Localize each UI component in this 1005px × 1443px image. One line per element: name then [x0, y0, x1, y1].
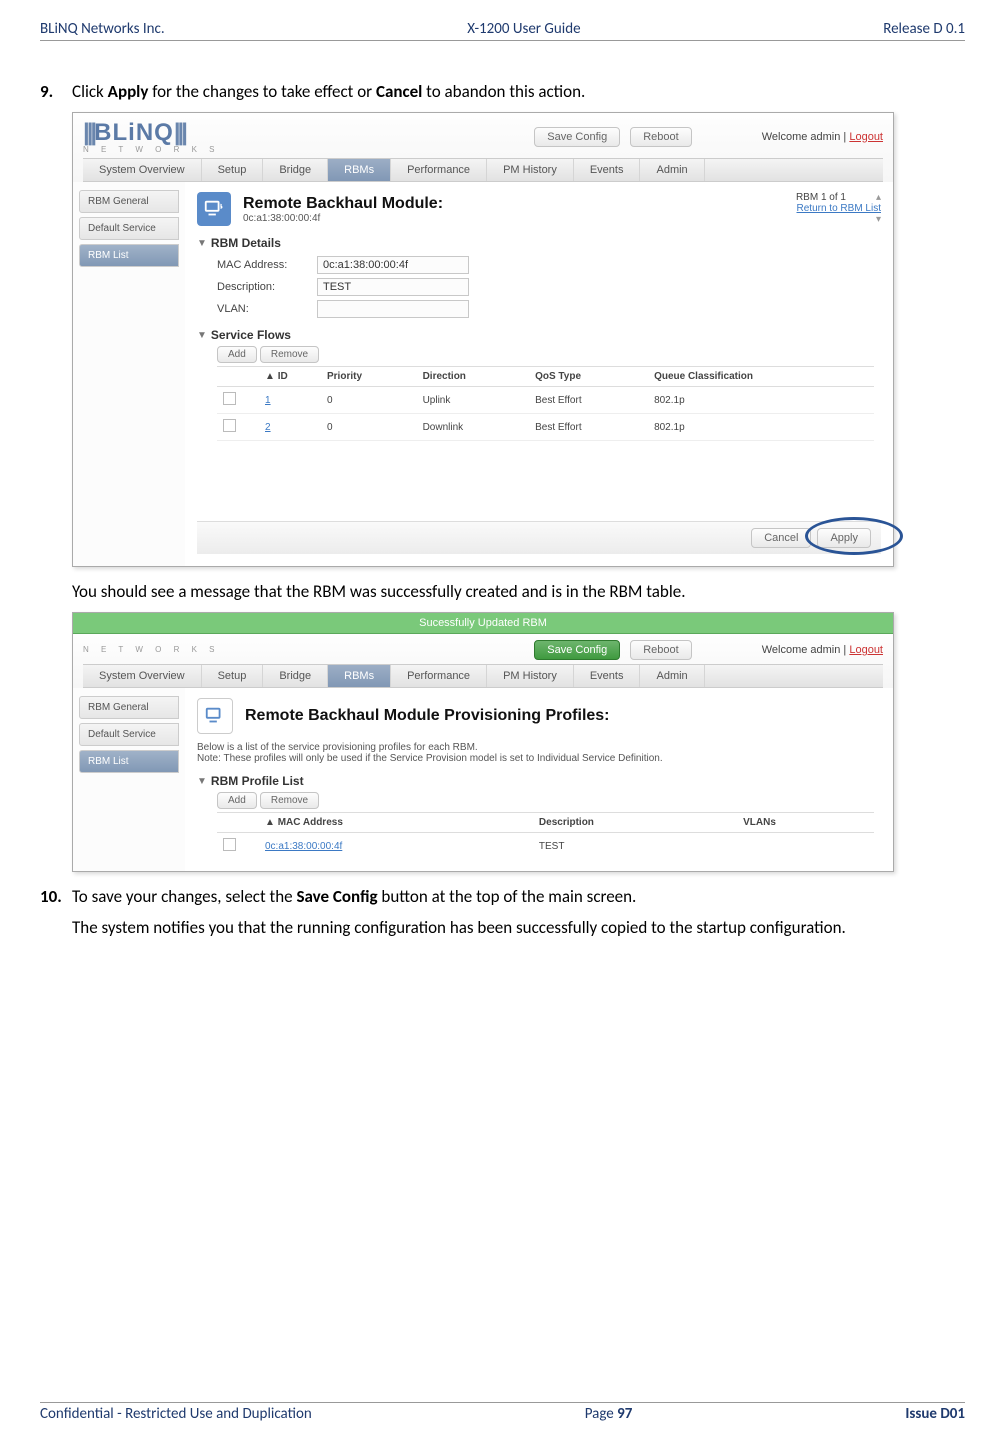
tab-system-overview[interactable]: System Overview	[83, 665, 202, 687]
monitor-icon	[197, 192, 231, 226]
chevron-down-icon[interactable]: ▾	[876, 214, 881, 225]
tab-bridge[interactable]: Bridge	[263, 159, 328, 181]
welcome-text: Welcome admin | Logout	[762, 131, 883, 143]
text-after-step-9: You should see a message that the RBM wa…	[72, 581, 965, 602]
sidebar-rbm-list[interactable]: RBM List	[79, 750, 179, 773]
reboot-button[interactable]: Reboot	[630, 127, 691, 147]
tab-rbms[interactable]: RBMs	[328, 665, 391, 687]
tab-pm-history[interactable]: PM History	[487, 665, 574, 687]
content-title: Remote Backhaul Module Provisioning Prof…	[245, 707, 610, 725]
tab-performance[interactable]: Performance	[391, 665, 487, 687]
doc-footer-center: Page 97	[585, 1405, 633, 1423]
collapse-icon[interactable]: ▼	[197, 330, 207, 341]
doc-header-right: Release D 0.1	[883, 20, 965, 38]
profile-desc-line1: Below is a list of the service provision…	[197, 742, 881, 753]
collapse-icon[interactable]: ▼	[197, 776, 207, 787]
apply-button[interactable]: Apply	[817, 528, 871, 548]
rbm-counter: RBM 1 of 1	[796, 192, 846, 203]
logout-link[interactable]: Logout	[849, 644, 883, 656]
tab-rbms[interactable]: RBMs	[328, 159, 391, 181]
logout-link[interactable]: Logout	[849, 131, 883, 143]
tab-setup[interactable]: Setup	[202, 159, 264, 181]
reboot-button[interactable]: Reboot	[630, 640, 691, 660]
sort-icon[interactable]: ▲	[265, 371, 275, 382]
cancel-button[interactable]: Cancel	[751, 528, 811, 548]
tab-admin[interactable]: Admin	[640, 159, 704, 181]
content-title: Remote Backhaul Module:	[243, 195, 443, 213]
screenshot-rbm-details: |||BLiNQ||| N E T W O R K S Save Config …	[72, 112, 894, 567]
save-config-button[interactable]: Save Config	[534, 640, 620, 660]
content-subtitle-mac: 0c:a1:38:00:00:4f	[243, 213, 443, 224]
step-10-text: To save your changes, select the Save Co…	[72, 886, 965, 907]
sidebar-default-service[interactable]: Default Service	[79, 217, 179, 240]
brand-logo: |||BLiNQ||| N E T W O R K S	[83, 119, 220, 154]
tab-setup[interactable]: Setup	[202, 665, 264, 687]
table-row[interactable]: 0c:a1:38:00:00:4f TEST	[217, 833, 874, 860]
return-to-list-link[interactable]: Return to RBM List	[796, 203, 881, 214]
remove-button[interactable]: Remove	[260, 346, 319, 363]
sidebar-rbm-general[interactable]: RBM General	[79, 190, 179, 213]
doc-footer: Confidential - Restricted Use and Duplic…	[40, 1402, 965, 1423]
input-mac[interactable]	[317, 256, 469, 274]
chevron-up-icon[interactable]: ▴	[876, 192, 881, 203]
screenshot-rbm-profiles: Sucessfully Updated RBM N E T W O R K S …	[72, 612, 894, 872]
doc-footer-right: Issue D01	[905, 1405, 965, 1423]
doc-header: BLiNQ Networks Inc. X-1200 User Guide Re…	[40, 20, 965, 41]
brand-logo: N E T W O R K S	[83, 647, 220, 654]
tab-bridge[interactable]: Bridge	[263, 665, 328, 687]
row-checkbox[interactable]	[223, 838, 236, 851]
doc-header-center: X-1200 User Guide	[467, 20, 580, 38]
step-9-number: 9.	[40, 81, 72, 102]
sort-icon[interactable]: ▲	[265, 817, 275, 828]
tab-system-overview[interactable]: System Overview	[83, 159, 202, 181]
profile-list-table: ▲ MAC Address Description VLANs 0c:a1:38…	[217, 812, 874, 859]
section-profile-list: ▼RBM Profile List	[197, 774, 881, 788]
row-checkbox[interactable]	[223, 392, 236, 405]
doc-footer-left: Confidential - Restricted Use and Duplic…	[40, 1405, 312, 1423]
save-config-button[interactable]: Save Config	[534, 127, 620, 147]
remove-button[interactable]: Remove	[260, 792, 319, 809]
tab-events[interactable]: Events	[574, 665, 641, 687]
tab-admin[interactable]: Admin	[640, 665, 704, 687]
text-after-step-10: The system notifies you that the running…	[72, 917, 965, 938]
row-checkbox[interactable]	[223, 419, 236, 432]
tab-events[interactable]: Events	[574, 159, 641, 181]
main-nav: System Overview Setup Bridge RBMs Perfor…	[83, 664, 883, 688]
main-nav: System Overview Setup Bridge RBMs Perfor…	[83, 158, 883, 182]
step-10: 10. To save your changes, select the Sav…	[40, 886, 965, 907]
mac-link[interactable]: 0c:a1:38:00:00:4f	[265, 841, 342, 852]
service-flows-table: ▲ ID Priority Direction QoS Type Queue C…	[217, 366, 874, 441]
add-button[interactable]: Add	[217, 346, 257, 363]
success-banner: Sucessfully Updated RBM	[73, 613, 893, 634]
sidebar-default-service[interactable]: Default Service	[79, 723, 179, 746]
add-button[interactable]: Add	[217, 792, 257, 809]
table-row[interactable]: 1 0 Uplink Best Effort 802.1p	[217, 387, 874, 414]
collapse-icon[interactable]: ▼	[197, 238, 207, 249]
monitor-icon	[197, 698, 233, 734]
doc-header-left: BLiNQ Networks Inc.	[40, 20, 165, 38]
section-service-flows: ▼Service Flows	[197, 328, 881, 342]
input-vlan[interactable]	[317, 300, 469, 318]
step-10-number: 10.	[40, 886, 72, 907]
welcome-text: Welcome admin | Logout	[762, 644, 883, 656]
label-description: Description:	[217, 281, 317, 293]
sidebar-rbm-list[interactable]: RBM List	[79, 244, 179, 267]
table-row[interactable]: 2 0 Downlink Best Effort 802.1p	[217, 414, 874, 441]
step-9-text: Click Apply for the changes to take effe…	[72, 81, 965, 102]
label-mac: MAC Address:	[217, 259, 317, 271]
section-rbm-details: ▼RBM Details	[197, 236, 881, 250]
tab-performance[interactable]: Performance	[391, 159, 487, 181]
input-description[interactable]	[317, 278, 469, 296]
tab-pm-history[interactable]: PM History	[487, 159, 574, 181]
profile-desc-line2: Note: These profiles will only be used i…	[197, 753, 881, 764]
sidebar-rbm-general[interactable]: RBM General	[79, 696, 179, 719]
label-vlan: VLAN:	[217, 303, 317, 315]
step-9: 9. Click Apply for the changes to take e…	[40, 81, 965, 102]
